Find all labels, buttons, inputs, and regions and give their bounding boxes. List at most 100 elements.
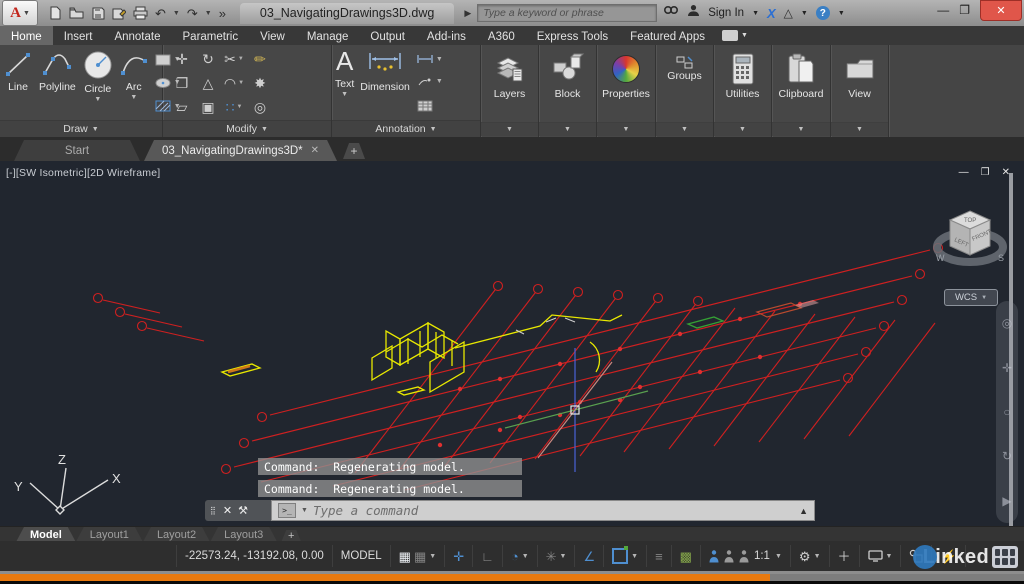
explode-button[interactable]: ✸ (254, 75, 266, 92)
minimize-button[interactable]: — (937, 3, 949, 17)
properties-panel-button[interactable]: Properties ▼ (597, 45, 656, 137)
array-button[interactable]: ∷▼ (226, 99, 243, 116)
new-file-button[interactable] (48, 6, 62, 20)
tab-a360[interactable]: A360 (477, 26, 526, 45)
drawing-restore-button[interactable]: ❐ (981, 167, 990, 178)
tab-add-ins[interactable]: Add-ins (416, 26, 477, 45)
isodraft-toggle[interactable]: ✳▼ (537, 545, 575, 567)
modify-panel-label[interactable]: Modify▼ (163, 120, 331, 137)
drawing-minimize-button[interactable]: — (959, 167, 969, 178)
open-file-button[interactable] (69, 6, 84, 20)
circle-button[interactable]: Circle ▼ (79, 45, 117, 121)
file-tab-start[interactable]: Start (14, 140, 140, 161)
utilities-expand-arrow[interactable]: ▼ (714, 122, 771, 136)
scale-button[interactable]: ▣ (201, 99, 214, 116)
text-button[interactable]: A Text ▼ (332, 45, 357, 121)
annotation-scale-dropdown[interactable]: ▼ (775, 553, 782, 560)
viewport-controls-label[interactable]: [-][SW Isometric][2D Wireframe] (6, 167, 160, 179)
hardware-acceleration-group[interactable]: ▼ (859, 545, 901, 567)
layout2-tab[interactable]: Layout2 (143, 527, 210, 542)
app-menu-button[interactable]: A ▼ (2, 0, 38, 26)
toolbar-more-button[interactable]: » (219, 7, 226, 20)
fillet-button[interactable]: ◠▼ (224, 75, 244, 92)
offset-button[interactable]: ◎ (254, 99, 266, 116)
dynamic-input-toggle[interactable]: ✛ (444, 545, 472, 567)
object-snap-tracking-toggle[interactable]: ∠ (574, 545, 603, 567)
help-dropdown[interactable]: ▼ (838, 10, 845, 17)
annotation-monitor-button[interactable]: ＋ (829, 545, 859, 567)
viewcube[interactable]: W S TOP LEFT FRONT (928, 189, 1012, 285)
pan-icon[interactable]: ✛ (1002, 361, 1012, 375)
grid-display-icon[interactable]: ▦ (399, 550, 411, 563)
sign-in-button[interactable]: Sign In (708, 7, 744, 19)
command-history-toggle[interactable]: ▲ (799, 506, 808, 516)
clipboard-expand-arrow[interactable]: ▼ (772, 122, 830, 136)
showmotion-icon[interactable]: ▶ (1002, 494, 1011, 508)
print-button[interactable] (133, 6, 148, 20)
close-tab-icon[interactable]: ✕ (311, 145, 319, 156)
wcs-dropdown[interactable]: WCS▼ (944, 289, 998, 306)
full-navigation-wheel-icon[interactable]: ◎ (1002, 316, 1012, 330)
copy-button[interactable]: ❐ (176, 75, 189, 92)
tab-manage[interactable]: Manage (296, 26, 360, 45)
redo-button[interactable]: ↷ (187, 7, 198, 20)
tab-featured-apps[interactable]: Featured Apps (619, 26, 716, 45)
layers-expand-arrow[interactable]: ▼ (481, 122, 538, 136)
mirror-button[interactable]: △ (203, 75, 214, 92)
zoom-icon[interactable]: ○ (1003, 405, 1010, 419)
tab-insert[interactable]: Insert (53, 26, 104, 45)
undo-button[interactable]: ↶ (155, 7, 166, 20)
dimension-button[interactable]: Dimension (357, 45, 413, 121)
navigation-bar[interactable]: ◎ ✛ ○ ↻ ▶ (996, 301, 1018, 523)
maximize-button[interactable]: ❐ (959, 3, 970, 17)
search-collapse-icon[interactable]: ▶ (464, 8, 471, 19)
search-input[interactable] (477, 4, 657, 22)
model-tab[interactable]: Model (16, 527, 76, 542)
tab-parametric[interactable]: Parametric (172, 26, 250, 45)
linear-dimension-button[interactable]: ▼ (417, 54, 443, 64)
tab-home[interactable]: Home (0, 26, 53, 45)
save-button[interactable] (91, 6, 105, 20)
trim-button[interactable]: ✂▼ (224, 51, 244, 68)
utilities-panel-button[interactable]: Utilities ▼ (714, 45, 772, 137)
orbit-icon[interactable]: ↻ (1002, 449, 1012, 463)
autodesk-app-icon[interactable]: △ (784, 6, 793, 20)
groups-expand-arrow[interactable]: ▼ (656, 122, 713, 136)
stretch-button[interactable]: ▱ (177, 99, 188, 116)
tab-express-tools[interactable]: Express Tools (526, 26, 619, 45)
multileader-button[interactable]: ▼ (417, 77, 443, 87)
line-button[interactable]: Line (0, 45, 36, 121)
app-dropdown[interactable]: ▼ (801, 10, 808, 17)
arc-button[interactable]: Arc ▼ (117, 45, 151, 121)
polar-tracking-toggle[interactable]: ◔▼ (502, 545, 537, 567)
file-tab-drawing[interactable]: 03_NavigatingDrawings3D* ✕ (144, 140, 337, 161)
model-space-toggle[interactable]: MODEL (332, 545, 390, 567)
drawing-viewport[interactable]: Y Z X [-][SW Isometric][2D Wireframe] — … (0, 161, 1024, 526)
lineweight-toggle[interactable]: ≡ (646, 545, 671, 567)
close-button[interactable]: ✕ (980, 0, 1022, 21)
snap-mode-icon[interactable]: ▦ (414, 550, 426, 563)
arc-dropdown[interactable]: ▼ (130, 95, 137, 100)
text-dropdown[interactable]: ▼ (341, 92, 348, 97)
exchange-apps-icon[interactable]: X (767, 6, 776, 21)
command-input[interactable]: >_ ▼ Type a command ▲ (271, 500, 815, 521)
new-drawing-tab-button[interactable]: + (343, 143, 365, 159)
transparency-toggle[interactable]: ▩ (671, 545, 700, 567)
layers-panel-button[interactable]: Layers ▼ (481, 45, 539, 137)
erase-button[interactable]: ✏ (254, 51, 266, 68)
move-button[interactable]: ✛ (176, 51, 188, 68)
circle-dropdown[interactable]: ▼ (94, 97, 101, 102)
help-icon[interactable]: ? (816, 6, 830, 20)
search-icon[interactable] (663, 4, 679, 22)
annotation-panel-label[interactable]: Annotation▼ (332, 120, 480, 137)
drag-grip-icon[interactable]: ⣿ (210, 506, 217, 515)
redo-dropdown[interactable]: ▼ (205, 10, 212, 17)
annotation-scale-icon[interactable] (739, 550, 749, 563)
recent-commands-dropdown[interactable]: ▼ (301, 507, 308, 514)
layout1-tab[interactable]: Layout1 (76, 527, 143, 542)
block-expand-arrow[interactable]: ▼ (539, 122, 596, 136)
sign-in-dropdown[interactable]: ▼ (752, 10, 759, 17)
autoscale-icon[interactable] (724, 550, 734, 563)
tab-output[interactable]: Output (359, 26, 416, 45)
view-panel-button[interactable]: View ▼ (831, 45, 889, 137)
